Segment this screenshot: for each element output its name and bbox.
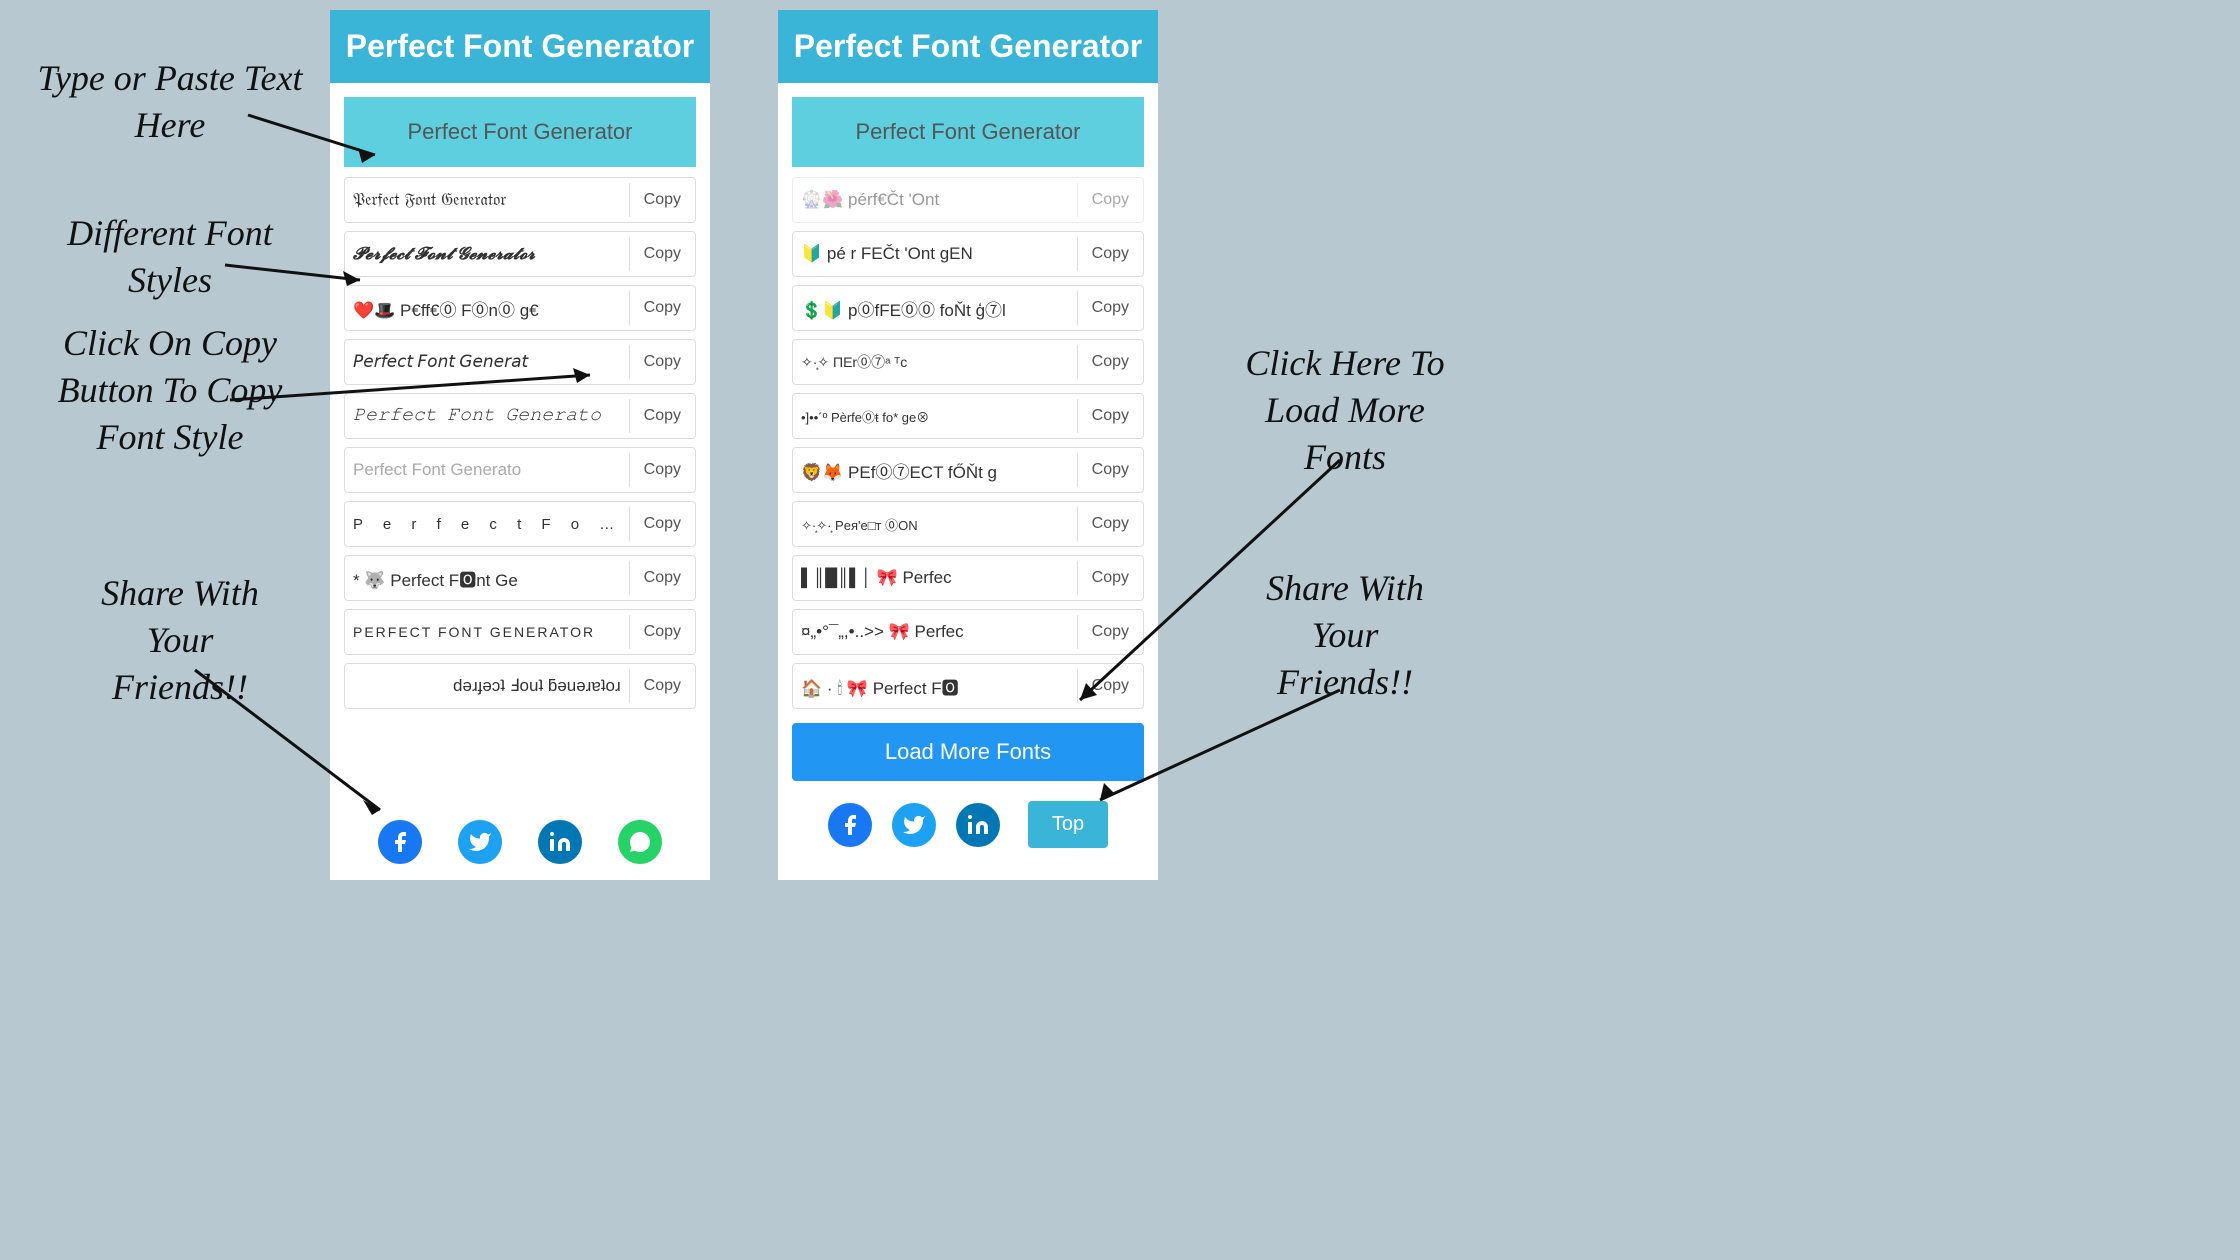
top-button[interactable]: Top bbox=[1028, 801, 1108, 848]
right-font-row-1: 🔰 pé r FEČt 'Ont gEN Copy bbox=[792, 231, 1144, 277]
right-copy-button-9[interactable]: Copy bbox=[1077, 669, 1143, 703]
right-phone-panel: Perfect Font Generator 🎡🌺 pérf€Čt 'Ont C… bbox=[778, 10, 1158, 880]
right-copy-button-8[interactable]: Copy bbox=[1077, 615, 1143, 649]
font-row-9: PERFECT FONT GENERATOR Copy bbox=[344, 609, 696, 655]
left-phone-panel: Perfect Font Generator 𝔓𝔢𝔯𝔣𝔢𝔠𝔱 𝔉𝔬𝔫𝔱 𝔊𝔢𝔫𝔢… bbox=[330, 10, 710, 880]
right-font-text-4: •]••´º Pèrfe⓪ŧ fo* ge⊗ bbox=[793, 401, 1077, 432]
font-row-5: 𝙿𝚎𝚛𝚏𝚎𝚌𝚝 𝙵𝚘𝚗𝚝 𝙶𝚎𝚗𝚎𝚛𝚊𝚝𝚘 Copy bbox=[344, 393, 696, 439]
right-copy-button-7[interactable]: Copy bbox=[1077, 561, 1143, 595]
copy-button-3[interactable]: Copy bbox=[629, 291, 695, 325]
right-font-row-2: 💲🔰 p⓪fFE⓪⓪ foŇt ģ⑦l Copy bbox=[792, 285, 1144, 331]
right-font-text-2: 💲🔰 p⓪fFE⓪⓪ foŇt ģ⑦l bbox=[793, 290, 1077, 327]
right-font-row-7: ▌║█║▌│ 🎀 Perfec Copy bbox=[792, 555, 1144, 601]
font-text-3: ❤️🎩 P€ff€⓪ F⓪n⓪ g€ bbox=[345, 290, 629, 327]
left-panel-header: Perfect Font Generator bbox=[330, 10, 710, 83]
font-row-2: 𝓟𝓮𝓻𝓯𝓮𝓬𝓽 𝓕𝓸𝓷𝓽 𝓖𝓮𝓷𝓮𝓻𝓪𝓽𝓸𝓻 Copy bbox=[344, 231, 696, 277]
right-font-text-8: ¤„•°¯„,•..>> 🎀 Perfec bbox=[793, 616, 1077, 648]
font-row-6: Perfect Font Generato Copy bbox=[344, 447, 696, 493]
annotation-load-more: Click Here ToLoad MoreFonts bbox=[1210, 340, 1480, 480]
font-text-2: 𝓟𝓮𝓻𝓯𝓮𝓬𝓽 𝓕𝓸𝓷𝓽 𝓖𝓮𝓷𝓮𝓻𝓪𝓽𝓸𝓻 bbox=[345, 238, 629, 270]
annotation-font-styles: Different FontStyles bbox=[35, 210, 305, 304]
font-text-4: 𝘗𝘦𝘳𝘧𝘦𝘤𝘵 𝘍𝘰𝘯𝘵 𝘎𝘦𝘯𝘦𝘳𝘢𝘵 bbox=[345, 346, 629, 378]
font-row-4: 𝘗𝘦𝘳𝘧𝘦𝘤𝘵 𝘍𝘰𝘯𝘵 𝘎𝘦𝘯𝘦𝘳𝘢𝘵 Copy bbox=[344, 339, 696, 385]
load-more-button[interactable]: Load More Fonts bbox=[792, 723, 1144, 781]
copy-button-2[interactable]: Copy bbox=[629, 237, 695, 271]
font-text-7: P e r f e c t F o n t bbox=[345, 510, 629, 539]
right-copy-button-1[interactable]: Copy bbox=[1077, 237, 1143, 271]
left-social-bar bbox=[330, 804, 710, 880]
whatsapp-share-button[interactable] bbox=[618, 820, 662, 864]
right-font-text-0: 🎡🌺 pérf€Čt 'Ont bbox=[793, 184, 1077, 216]
right-linkedin-button[interactable] bbox=[956, 803, 1000, 847]
annotation-share-right: Share WithYourFriends!! bbox=[1210, 565, 1480, 705]
linkedin-share-button[interactable] bbox=[538, 820, 582, 864]
copy-button-7[interactable]: Copy bbox=[629, 507, 695, 541]
annotation-share-left: Share WithYourFriends!! bbox=[55, 570, 305, 710]
copy-button-6[interactable]: Copy bbox=[629, 453, 695, 487]
copy-button-9[interactable]: Copy bbox=[629, 615, 695, 649]
copy-button-10[interactable]: Copy bbox=[629, 669, 695, 703]
text-input[interactable] bbox=[344, 97, 696, 167]
right-font-row-4: •]••´º Pèrfe⓪ŧ fo* ge⊗ Copy bbox=[792, 393, 1144, 439]
right-font-row-8: ¤„•°¯„,•..>> 🎀 Perfec Copy bbox=[792, 609, 1144, 655]
right-text-input[interactable] bbox=[792, 97, 1144, 167]
facebook-share-button[interactable] bbox=[378, 820, 422, 864]
right-copy-button-0[interactable]: Copy bbox=[1077, 183, 1143, 217]
font-text-5: 𝙿𝚎𝚛𝚏𝚎𝚌𝚝 𝙵𝚘𝚗𝚝 𝙶𝚎𝚗𝚎𝚛𝚊𝚝𝚘 bbox=[345, 400, 629, 432]
right-panel-header: Perfect Font Generator bbox=[778, 10, 1158, 83]
right-font-text-6: ✧·͙✧·͙ Peя'e□т ⓪ON bbox=[793, 509, 1077, 540]
font-text-10: ɹoʇɐɹǝuǝƃ ʇuoℲ ʇɔǝɟɹǝd bbox=[345, 670, 629, 702]
right-copy-button-3[interactable]: Copy bbox=[1077, 345, 1143, 379]
right-font-text-1: 🔰 pé r FEČt 'Ont gEN bbox=[793, 238, 1077, 270]
font-row-1: 𝔓𝔢𝔯𝔣𝔢𝔠𝔱 𝔉𝔬𝔫𝔱 𝔊𝔢𝔫𝔢𝔯𝔞𝔱𝔬𝔯 Copy bbox=[344, 177, 696, 223]
right-copy-button-2[interactable]: Copy bbox=[1077, 291, 1143, 325]
font-text-9: PERFECT FONT GENERATOR bbox=[345, 618, 629, 646]
right-copy-button-4[interactable]: Copy bbox=[1077, 399, 1143, 433]
right-facebook-button[interactable] bbox=[828, 803, 872, 847]
annotation-type-paste: Type or Paste TextHere bbox=[35, 55, 305, 149]
right-copy-button-6[interactable]: Copy bbox=[1077, 507, 1143, 541]
right-bottom-bar: Top bbox=[778, 791, 1158, 858]
twitter-share-button[interactable] bbox=[458, 820, 502, 864]
right-font-row-9: 🏠 · 🕯 🎀 Perfect F🅾 Copy bbox=[792, 663, 1144, 709]
right-font-row-0: 🎡🌺 pérf€Čt 'Ont Copy bbox=[792, 177, 1144, 223]
right-font-text-3: ✧·͙✧ ПEr⓪⑦ᵃ ᵀc bbox=[793, 346, 1077, 378]
right-font-row-3: ✧·͙✧ ПEr⓪⑦ᵃ ᵀc Copy bbox=[792, 339, 1144, 385]
font-row-10: ɹoʇɐɹǝuǝƃ ʇuoℲ ʇɔǝɟɹǝd Copy bbox=[344, 663, 696, 709]
font-text-1: 𝔓𝔢𝔯𝔣𝔢𝔠𝔱 𝔉𝔬𝔫𝔱 𝔊𝔢𝔫𝔢𝔯𝔞𝔱𝔬𝔯 bbox=[345, 185, 629, 216]
copy-button-5[interactable]: Copy bbox=[629, 399, 695, 433]
copy-button-8[interactable]: Copy bbox=[629, 561, 695, 595]
font-text-8: * 🐺 Perfect F🅾nt Ge bbox=[345, 560, 629, 597]
copy-button-1[interactable]: Copy bbox=[629, 183, 695, 217]
font-row-7: P e r f e c t F o n t Copy bbox=[344, 501, 696, 547]
font-row-3: ❤️🎩 P€ff€⓪ F⓪n⓪ g€ Copy bbox=[344, 285, 696, 331]
right-font-text-9: 🏠 · 🕯 🎀 Perfect F🅾 bbox=[793, 668, 1077, 705]
font-text-6: Perfect Font Generato bbox=[345, 454, 629, 486]
font-row-8: * 🐺 Perfect F🅾nt Ge Copy bbox=[344, 555, 696, 601]
right-font-row-5: 🦁🦊 PEf⓪⑦ECT fŐŇt g Copy bbox=[792, 447, 1144, 493]
right-copy-button-5[interactable]: Copy bbox=[1077, 453, 1143, 487]
annotation-copy-button: Click On CopyButton To CopyFont Style bbox=[25, 320, 315, 460]
right-font-row-6: ✧·͙✧·͙ Peя'e□т ⓪ON Copy bbox=[792, 501, 1144, 547]
right-font-text-5: 🦁🦊 PEf⓪⑦ECT fŐŇt g bbox=[793, 452, 1077, 489]
right-twitter-button[interactable] bbox=[892, 803, 936, 847]
right-font-text-7: ▌║█║▌│ 🎀 Perfec bbox=[793, 562, 1077, 594]
copy-button-4[interactable]: Copy bbox=[629, 345, 695, 379]
